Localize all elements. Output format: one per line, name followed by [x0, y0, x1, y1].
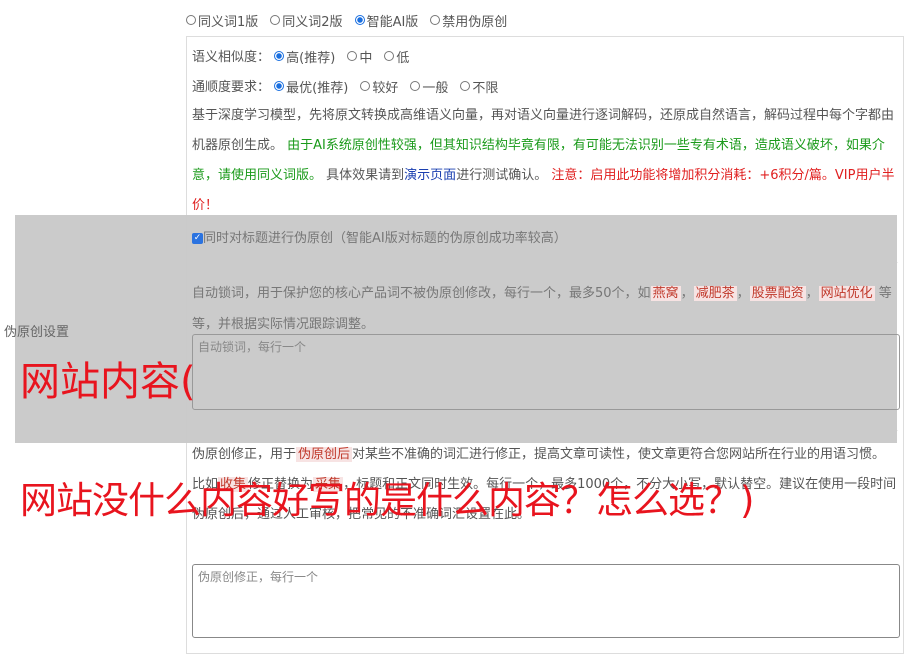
- lock-words-placeholder: 自动锁词，每行一个: [198, 340, 307, 354]
- fluency-label: 通顺度要求：: [192, 80, 271, 95]
- similarity-high[interactable]: 高(推荐): [274, 47, 335, 66]
- mode-label: 禁用伪原创: [442, 14, 508, 30]
- mode-ai[interactable]: 智能AI版: [354, 11, 419, 30]
- radio-icon[interactable]: [460, 81, 471, 91]
- description-effect: 具体效果请到: [326, 168, 405, 183]
- radio-checked-icon[interactable]: [354, 15, 365, 25]
- radio-icon[interactable]: [360, 81, 371, 91]
- overlay-heading-2: 网站没什么内容好写的是什么内容？怎么选？): [20, 479, 754, 522]
- demo-page-link[interactable]: 演示页面: [404, 168, 456, 183]
- checkbox-checked-icon[interactable]: ✓: [192, 233, 203, 244]
- radio-icon[interactable]: [430, 15, 441, 25]
- option-label: 最优(推荐): [286, 80, 349, 96]
- option-label: 低: [396, 50, 410, 66]
- correction-desc-1: 伪原创修正，用于: [192, 447, 297, 462]
- mode-label: 智能AI版: [366, 14, 419, 30]
- option-label: 不限: [472, 80, 499, 96]
- option-label: 较好: [372, 80, 399, 96]
- option-label: 一般: [422, 80, 449, 96]
- option-label: 高(推荐): [286, 50, 336, 66]
- lock-words-textarea[interactable]: 自动锁词，每行一个: [192, 334, 900, 410]
- radio-checked-icon[interactable]: [274, 81, 285, 91]
- fluency-best[interactable]: 最优(推荐): [274, 77, 348, 96]
- similarity-medium[interactable]: 中: [347, 47, 372, 66]
- radio-icon[interactable]: [270, 15, 281, 25]
- example-tag: 网站优化: [818, 286, 875, 301]
- description-effect-suffix: 进行测试确认。: [456, 168, 548, 183]
- correction-placeholder: 伪原创修正，每行一个: [198, 570, 319, 584]
- fluency-row: 通顺度要求： 最优(推荐) 较好 一般 不限: [192, 76, 498, 96]
- settings-side-label: 伪原创设置: [4, 325, 70, 340]
- mode-disabled[interactable]: 禁用伪原创: [430, 11, 507, 30]
- correction-textarea[interactable]: 伪原创修正，每行一个: [192, 564, 900, 638]
- mode-synonym-1[interactable]: 同义词1版: [186, 11, 258, 30]
- similarity-low[interactable]: 低: [384, 47, 409, 66]
- example-tag: 减肥茶: [693, 286, 737, 301]
- correction-tag: 伪原创后: [296, 447, 353, 462]
- lock-words-desc: 自动锁词，用于保护您的核心产品词不被伪原创修改，每行一个，最多50个，如 燕窝，减…: [192, 286, 892, 332]
- mode-label: 同义词1版: [198, 14, 259, 30]
- option-label: 中: [359, 50, 373, 66]
- similarity-label: 语义相似度：: [192, 50, 271, 65]
- radio-icon[interactable]: [347, 51, 358, 61]
- radio-icon[interactable]: [186, 15, 196, 25]
- rewrite-mode-group: 同义词1版 同义词2版 智能AI版 禁用伪原创: [186, 10, 507, 30]
- mode-label: 同义词2版: [282, 14, 343, 30]
- fluency-normal[interactable]: 一般: [410, 77, 448, 96]
- radio-icon[interactable]: [410, 81, 421, 91]
- fluency-good[interactable]: 较好: [360, 77, 398, 96]
- radio-checked-icon[interactable]: [274, 51, 285, 61]
- example-tag: 股票配资: [749, 286, 806, 301]
- lock-desc-prefix: 自动锁词，用于保护您的核心产品词不被伪原创修改，每行一个，最多50个，如: [192, 286, 651, 301]
- ai-description: 基于深度学习模型，先将原文转换成高维语义向量，再对语义向量进行逐词解码，还原成自…: [192, 101, 898, 221]
- title-rewrite-row[interactable]: ✓ 同时对标题进行伪原创（智能AI版对标题的伪原创成功率较高）: [192, 227, 567, 246]
- overlay-heading-1: 网站内容(: [20, 359, 196, 405]
- example-tag: 燕窝: [650, 286, 681, 301]
- similarity-row: 语义相似度： 高(推荐) 中 低: [192, 46, 409, 66]
- mode-synonym-2[interactable]: 同义词2版: [270, 11, 343, 30]
- title-rewrite-label: 同时对标题进行伪原创（智能AI版对标题的伪原创成功率较高）: [203, 231, 567, 246]
- radio-icon[interactable]: [384, 51, 395, 61]
- fluency-any[interactable]: 不限: [460, 77, 498, 96]
